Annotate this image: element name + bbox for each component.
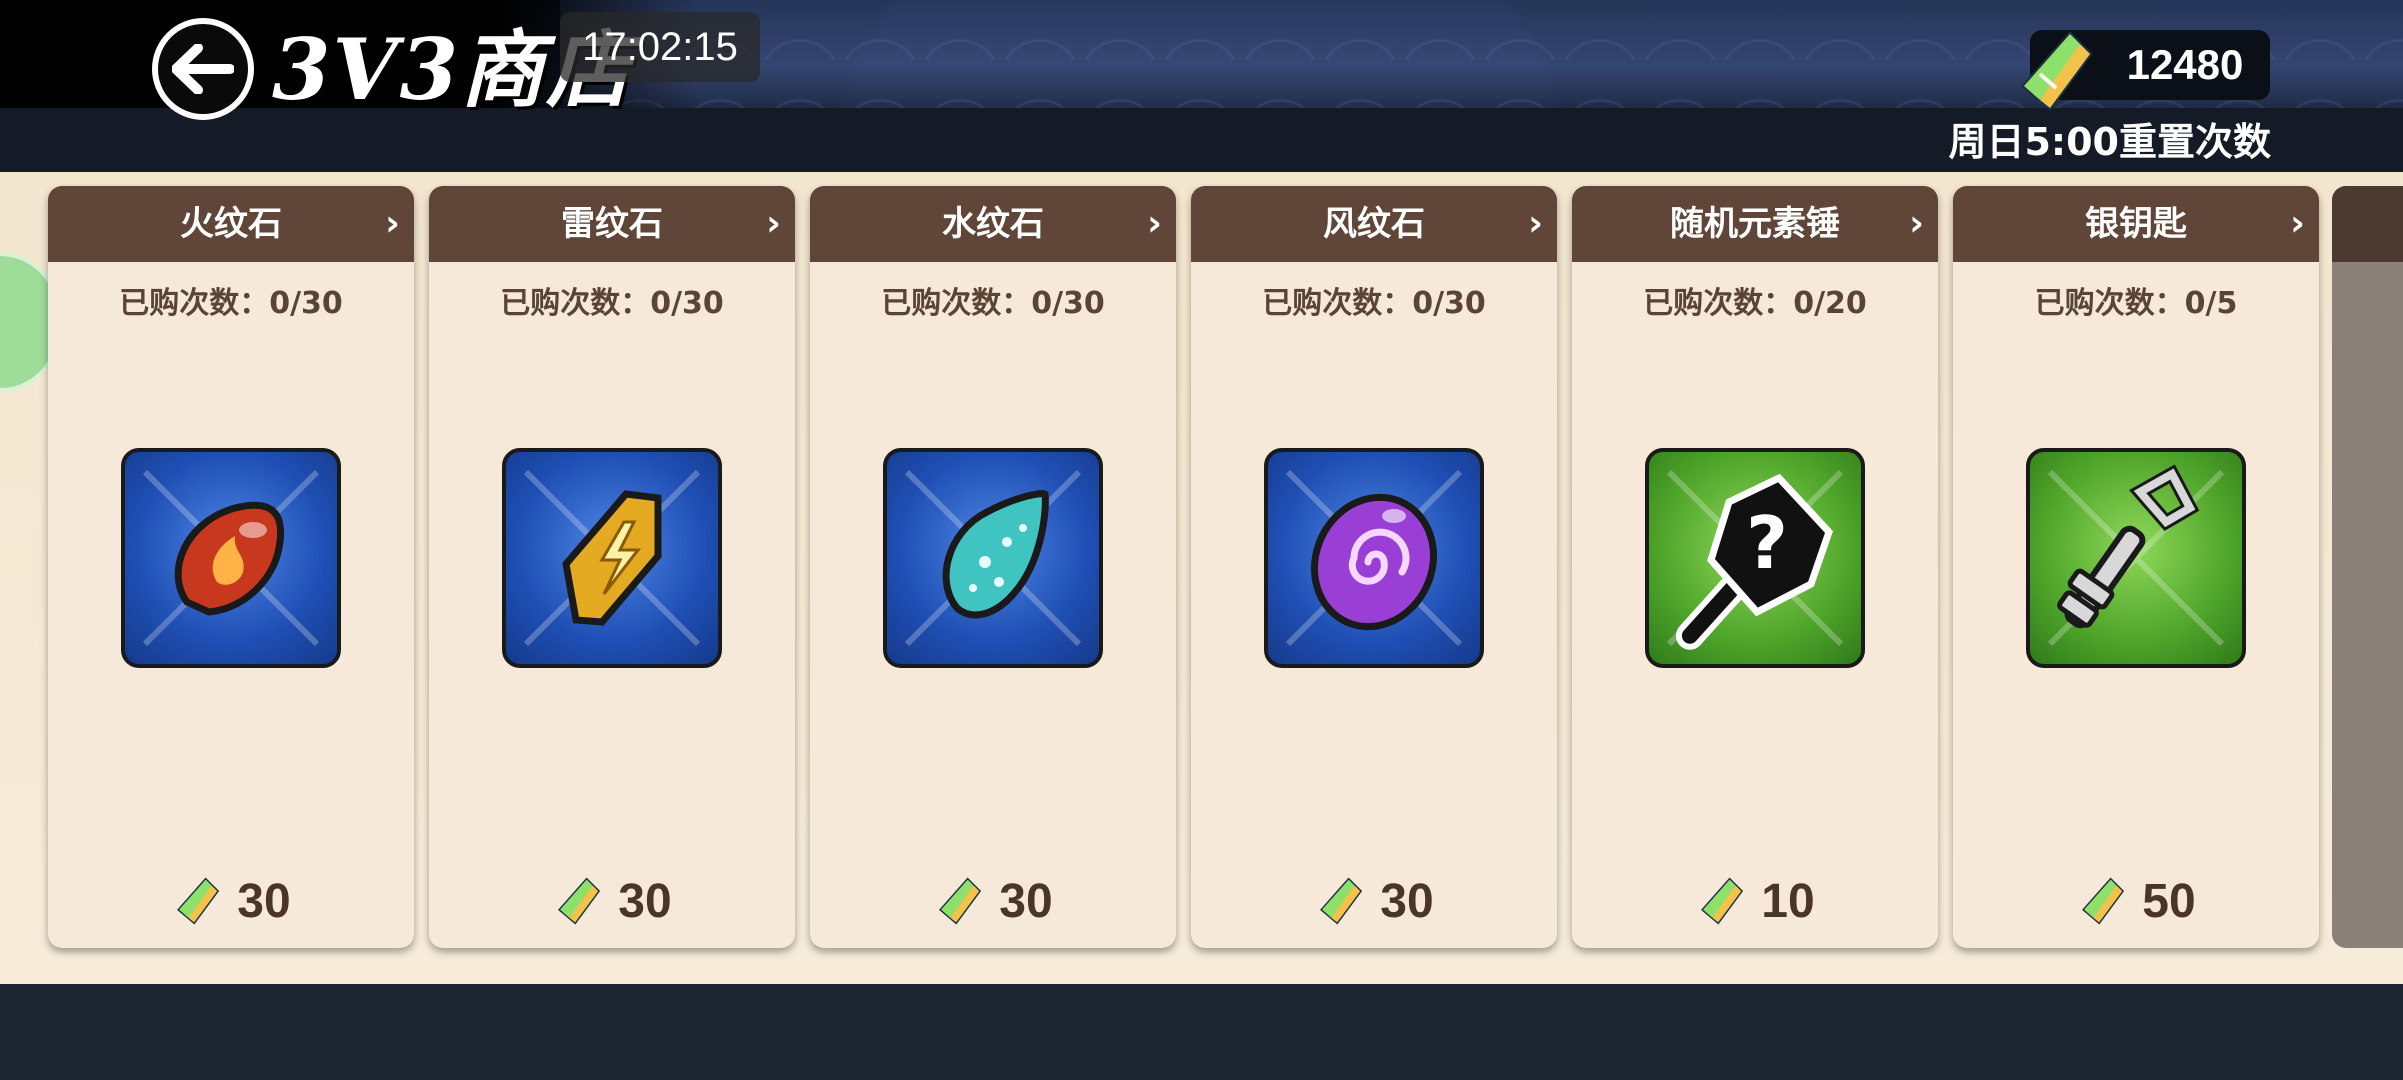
purchase-count: 已购次数：0/5 (2034, 286, 2238, 321)
header-bar: 3V3商店 17:02:15 12480 周日5:00重置次数 (0, 0, 2403, 172)
next-item-card-partial[interactable] (2332, 186, 2403, 948)
shop-item-card[interactable]: 雷纹石 › 已购次数：0/30 30 (429, 186, 795, 948)
price-value: 30 (1380, 874, 1434, 928)
thunder-stone-icon (502, 448, 722, 668)
price-value: 30 (237, 874, 291, 928)
price-tag[interactable]: 30 (48, 866, 414, 936)
fire-stone-icon (121, 448, 341, 668)
shop-item-card[interactable]: 火纹石 › 已购次数：0/30 30 (48, 186, 414, 948)
random-hammer-icon: ? (1645, 448, 1865, 668)
crystal-currency-icon (558, 877, 601, 925)
back-button[interactable] (152, 18, 254, 120)
shop-item-name: 随机元素锤 (1572, 186, 1938, 262)
chevron-right-icon[interactable]: › (1147, 186, 1162, 262)
shop-item-card[interactable]: 银钥匙 › 已购次数：0/5 50 (1953, 186, 2319, 948)
crystal-currency-icon (177, 877, 220, 925)
shop-item-card[interactable]: 水纹石 › 已购次数：0/30 30 (810, 186, 1176, 948)
shop-item-name: 水纹石 (810, 186, 1176, 262)
price-tag[interactable]: 50 (1953, 866, 2319, 936)
chevron-right-icon[interactable]: › (2290, 186, 2305, 262)
price-value: 10 (1761, 874, 1815, 928)
purchase-count: 已购次数：0/20 (1643, 286, 1867, 321)
shop-item-card[interactable]: 随机元素锤 › 已购次数：0/20? 10 (1572, 186, 1938, 948)
price-tag[interactable]: 30 (810, 866, 1176, 936)
chevron-right-icon[interactable]: › (385, 186, 400, 262)
price-value: 30 (618, 874, 672, 928)
purchase-count: 已购次数：0/30 (881, 286, 1105, 321)
water-stone-icon (883, 448, 1103, 668)
clock-display: 17:02:15 (560, 12, 760, 82)
chevron-right-icon[interactable]: › (1528, 186, 1543, 262)
arrow-left-icon (172, 44, 234, 94)
bottom-bar (0, 984, 2403, 1080)
price-tag[interactable]: 30 (429, 866, 795, 936)
purchase-count: 已购次数：0/30 (119, 286, 343, 321)
purchase-count: 已购次数：0/30 (500, 286, 724, 321)
price-tag[interactable]: 30 (1191, 866, 1557, 936)
svg-text:?: ? (1746, 501, 1788, 585)
shop-item-name: 风纹石 (1191, 186, 1557, 262)
shop-screen: 3V3商店 17:02:15 12480 周日5:00重置次数 4300 火纹石… (0, 0, 2403, 1080)
crystal-currency-icon (2082, 877, 2125, 925)
chevron-right-icon[interactable]: › (1909, 186, 1924, 262)
silver-key-icon (2026, 448, 2246, 668)
price-value: 50 (2142, 874, 2196, 928)
shop-item-name: 银钥匙 (1953, 186, 2319, 262)
price-tag[interactable]: 10 (1572, 866, 1938, 936)
crystal-currency-icon (1320, 877, 1363, 925)
price-value: 30 (999, 874, 1053, 928)
shop-panel: 4300 火纹石›已购次数：0/3030雷纹石›已购次数：0/3030水纹石›已… (0, 172, 2403, 984)
wind-stone-icon (1264, 448, 1484, 668)
chevron-right-icon[interactable]: › (766, 186, 781, 262)
currency-amount: 12480 (2126, 41, 2244, 88)
reset-info: 周日5:00重置次数 (1948, 120, 2271, 164)
shop-item-name: 雷纹石 (429, 186, 795, 262)
purchase-count: 已购次数：0/30 (1262, 286, 1486, 321)
shop-item-card[interactable]: 风纹石 › 已购次数：0/30 30 (1191, 186, 1557, 948)
shop-item-name: 火纹石 (48, 186, 414, 262)
crystal-currency-icon (2021, 31, 2093, 111)
next-item-card-header (2332, 186, 2403, 262)
crystal-currency-icon (1701, 877, 1744, 925)
crystal-currency-icon (939, 877, 982, 925)
